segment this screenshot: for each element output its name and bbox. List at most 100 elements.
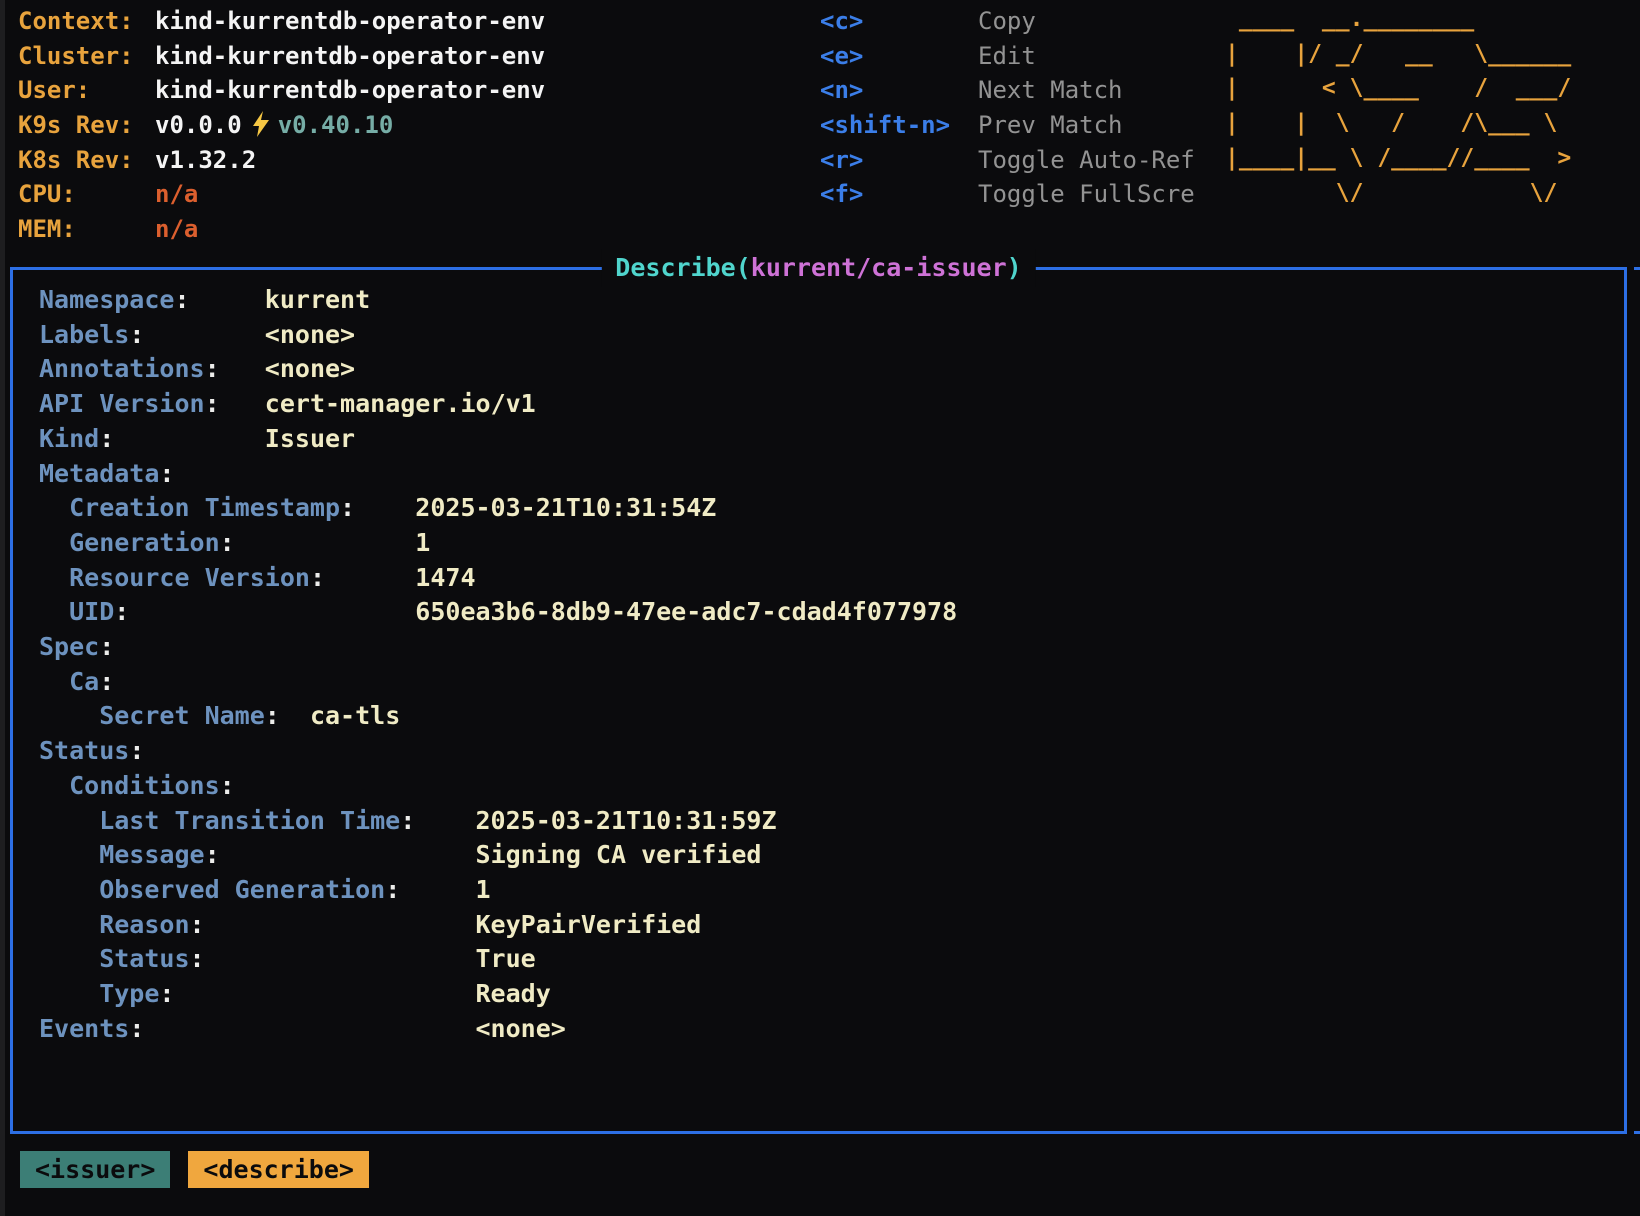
shortcut-row: <e>Edit [820,39,1195,74]
cluster-info-value: kind-kurrentdb-operator-env [155,7,545,35]
describe-key: UID [39,597,114,626]
describe-line: Generation: 1 [39,526,957,561]
shortcut-row: <r>Toggle Auto-Ref [820,143,1195,178]
shortcut-key: <e> [820,39,978,74]
describe-colon: : [159,459,174,488]
shortcut-action: Toggle Auto-Ref [978,146,1195,174]
describe-key: Generation [39,528,220,557]
breadcrumb-issuer[interactable]: <issuer> [20,1151,170,1188]
cluster-info-label: MEM: [18,212,155,247]
describe-key: Resource Version [39,563,310,592]
breadcrumbs: <issuer> <describe> [20,1151,369,1188]
describe-line: Last Transition Time: 2025-03-21T10:31:5… [39,804,957,839]
shortcut-action: Next Match [978,76,1123,104]
border-fragment-top [1634,267,1640,270]
describe-key: Observed Generation [39,875,385,904]
describe-colon: : [129,320,144,349]
describe-key: Namespace [39,285,174,314]
describe-key: Conditions [39,771,220,800]
cluster-info-row: Context:kind-kurrentdb-operator-env [18,4,545,39]
describe-colon: : [340,493,355,522]
cluster-info-row: Cluster:kind-kurrentdb-operator-env [18,39,545,74]
describe-value: Ready [174,979,550,1008]
describe-colon: : [129,1014,144,1043]
cluster-info-label: Context: [18,4,155,39]
describe-key: Kind [39,424,99,453]
describe-colon: : [310,563,325,592]
describe-colon: : [190,944,205,973]
describe-line: Metadata: [39,457,957,492]
shortcut-action: Prev Match [978,111,1123,139]
shortcut-key: <r> [820,143,978,178]
cluster-info-label: K9s Rev: [18,108,155,143]
describe-key: Status [39,736,129,765]
cluster-info-panel: Context:kind-kurrentdb-operator-envClust… [18,4,545,247]
describe-colon: : [99,667,114,696]
describe-value: cert-manager.io/v1 [220,389,536,418]
breadcrumb-describe[interactable]: <describe> [188,1151,369,1188]
panel-title-suffix: ) [1007,253,1022,282]
describe-key: Labels [39,320,129,349]
describe-key: Annotations [39,354,205,383]
describe-line: Kind: Issuer [39,422,957,457]
describe-value: Issuer [114,424,355,453]
describe-colon: : [205,354,220,383]
panel-title: Describe(kurrent/ca-issuer) [601,249,1035,287]
describe-content[interactable]: Namespace: kurrentLabels: <none>Annotati… [39,283,957,1046]
describe-colon: : [114,597,129,626]
border-fragment-bottom [1634,1131,1640,1134]
cluster-info-label: User: [18,73,155,108]
describe-value: 1 [235,528,431,557]
describe-key: Creation Timestamp [39,493,340,522]
describe-colon: : [385,875,400,904]
describe-colon: : [99,424,114,453]
describe-key: Events [39,1014,129,1043]
shortcut-action: Toggle FullScre [978,180,1195,208]
describe-colon: : [400,806,415,835]
describe-line: API Version: cert-manager.io/v1 [39,387,957,422]
describe-line: UID: 650ea3b6-8db9-47ee-adc7-cdad4f07797… [39,595,957,630]
cluster-info-value: v0.0.0 [155,111,242,139]
cluster-info-value: n/a [155,215,198,243]
cluster-info-row: MEM:n/a [18,212,545,247]
cluster-info-row: CPU:n/a [18,177,545,212]
describe-panel: Describe(kurrent/ca-issuer) Namespace: k… [10,267,1627,1134]
describe-line: Resource Version: 1474 [39,561,957,596]
cluster-info-value: n/a [155,180,198,208]
describe-line: Type: Ready [39,977,957,1012]
describe-value: 1474 [325,563,476,592]
describe-line: Reason: KeyPairVerified [39,908,957,943]
describe-key: Reason [39,910,190,939]
describe-value: ca-tls [280,701,400,730]
window-edge [0,0,5,1216]
describe-value: 1 [400,875,490,904]
describe-colon: : [129,736,144,765]
shortcut-hints: <c>Copy<e>Edit<n>Next Match<shift-n>Prev… [820,4,1195,212]
k9s-logo: ____ __.________ | |/ _/ __ \______ | < … [1225,2,1571,210]
describe-value: 650ea3b6-8db9-47ee-adc7-cdad4f077978 [129,597,957,626]
describe-line: Conditions: [39,769,957,804]
describe-value: <none> [144,1014,565,1043]
cluster-info-label: CPU: [18,177,155,212]
upgrade-version: v0.40.10 [278,111,394,139]
describe-value: <none> [144,320,355,349]
shortcut-key: <c> [820,4,978,39]
cluster-info-row: User:kind-kurrentdb-operator-env [18,73,545,108]
describe-key: Ca [39,667,99,696]
cluster-info-row: K8s Rev:v1.32.2 [18,143,545,178]
describe-colon: : [99,632,114,661]
panel-title-resource: kurrent/ca-issuer [751,253,1007,282]
describe-value: 2025-03-21T10:31:59Z [415,806,776,835]
cluster-info-label: K8s Rev: [18,143,155,178]
describe-key: API Version [39,389,205,418]
describe-colon: : [174,285,189,314]
describe-colon: : [159,979,174,1008]
describe-key: Metadata [39,459,159,488]
describe-value: True [205,944,536,973]
describe-colon: : [205,840,220,869]
describe-value: <none> [220,354,355,383]
cluster-info-value: kind-kurrentdb-operator-env [155,42,545,70]
k9s-terminal: Context:kind-kurrentdb-operator-envClust… [0,0,1640,1216]
describe-colon: : [220,528,235,557]
describe-line: Annotations: <none> [39,352,957,387]
